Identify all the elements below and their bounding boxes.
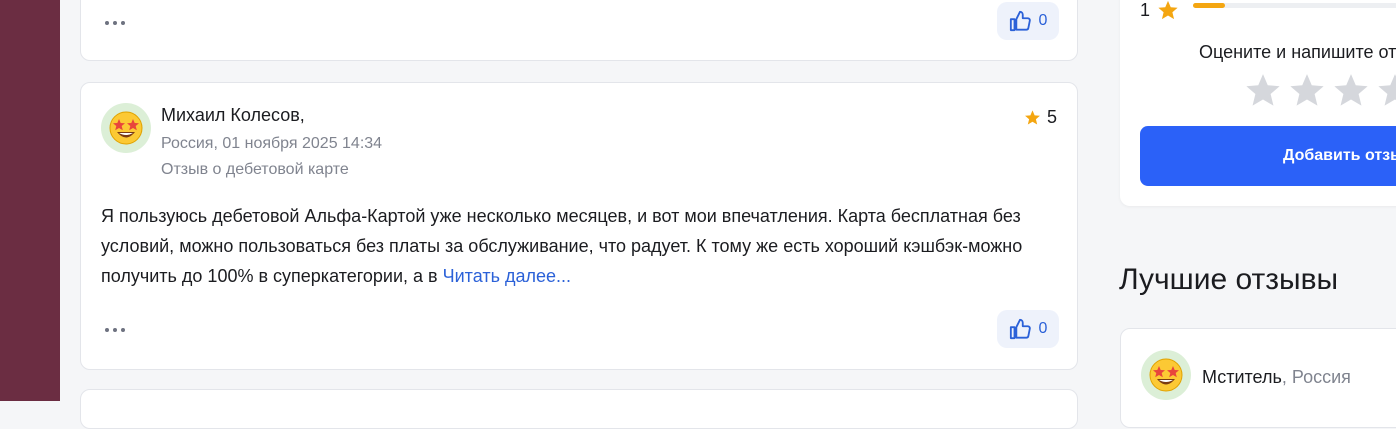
review-rating: 5 [1024,107,1057,128]
thumbs-up-icon [1009,318,1031,340]
best-review-author: Мститель, Россия [1202,367,1351,388]
avatar [1141,350,1191,400]
like-button[interactable]: 0 [997,2,1059,40]
star-icon[interactable] [1244,71,1282,109]
rate-prompt: Оцените и напишите отзыв [1199,42,1396,62]
best-author-country: Россия [1291,367,1351,387]
rating-stars-input[interactable] [1244,71,1396,109]
add-review-button[interactable]: Добавить отзыв [1140,126,1396,186]
review-date: Россия, 01 ноября 2025 14:34 [161,135,383,152]
more-options-button[interactable] [105,328,125,332]
histogram-bar [1193,3,1396,8]
histogram-label: 1 [1140,0,1151,20]
star-icon[interactable] [1332,71,1370,109]
read-more-link[interactable]: Читать далее... [443,266,571,286]
best-review-card[interactable]: Мститель, Россия [1120,328,1396,428]
like-count: 0 [1038,320,1048,337]
avatar [101,103,151,153]
review-author[interactable]: Михаил Колесов, [161,105,305,126]
star-icon[interactable] [1288,71,1326,109]
rating-value: 5 [1046,107,1057,127]
more-options-button[interactable] [105,21,125,25]
review-product-type[interactable]: Отзыв о дебетовой карте [161,161,349,179]
review-card-previous: 0 [80,0,1078,61]
best-author-name: Мститель [1202,367,1282,387]
like-count: 0 [1038,12,1048,29]
left-brand-bar [0,0,60,401]
like-button[interactable]: 0 [997,310,1059,348]
star-struck-emoji-icon [109,111,143,145]
star-icon [1158,0,1178,20]
thumbs-up-icon [1009,10,1031,32]
review-text: Я пользуюсь дебетовой Альфа-Картой уже н… [101,201,1051,291]
best-reviews-title: Лучшие отзывы [1119,263,1339,296]
best-author-sep: , [1281,367,1292,387]
review-card-next [80,389,1078,429]
review-card: Михаил Колесов, Россия, 01 ноября 2025 1… [80,82,1078,370]
star-icon [1025,110,1040,125]
star-struck-emoji-icon [1149,358,1183,392]
star-icon[interactable] [1376,71,1396,109]
rating-panel: 1 Оцените и напишите отзыв Добавить отзы… [1120,0,1396,206]
